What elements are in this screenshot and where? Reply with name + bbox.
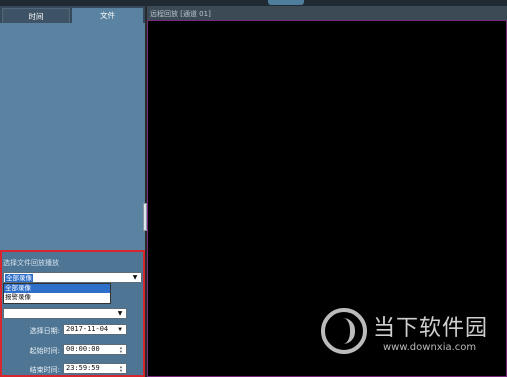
start-time-label: 起始时间: xyxy=(29,347,60,355)
channel-select[interactable]: ▼ xyxy=(3,308,127,319)
option-all-records[interactable]: 全部录像 xyxy=(4,284,110,293)
watermark-brand: 当下软件园 xyxy=(373,316,489,341)
tab-time[interactable]: 时间 xyxy=(2,8,70,23)
end-time-field[interactable]: 23:59:59 ▲ ▼ xyxy=(63,363,127,374)
record-type-selected: 全部录像 xyxy=(5,274,33,282)
date-label: 选择日期: xyxy=(29,327,60,335)
watermark-logo-icon xyxy=(321,308,367,354)
chevron-down-icon[interactable]: ▼ xyxy=(115,310,125,318)
start-time-value: 00:00:00 xyxy=(66,345,100,353)
date-value: 2017-11-04 xyxy=(66,325,109,333)
option-alarm-records[interactable]: 报警录像 xyxy=(4,293,110,302)
tab-file[interactable]: 文件 xyxy=(72,8,143,23)
chevron-down-icon[interactable]: ▼ xyxy=(115,326,125,334)
time-spinner-icon[interactable]: ▲ ▼ xyxy=(117,346,125,354)
playback-panel: 选择文件回放播放 全部录像 ▼ 全部录像 报警录像 ▼ 选择日期: 2017-1… xyxy=(0,250,145,377)
record-type-select[interactable]: 全部录像 ▼ xyxy=(3,272,142,283)
end-time-value: 23:59:59 xyxy=(66,364,100,372)
chevron-down-icon[interactable]: ▼ xyxy=(130,274,140,282)
start-time-field[interactable]: 00:00:00 ▲ ▼ xyxy=(63,344,127,355)
sidebar-tabs: 时间 文件 xyxy=(0,6,145,23)
end-time-label: 结束时间: xyxy=(29,366,60,374)
video-header-title: 远程回放 [通道 01] xyxy=(150,10,211,18)
video-header: 远程回放 [通道 01] xyxy=(147,6,507,20)
date-picker[interactable]: 2017-11-04 ▼ xyxy=(63,324,127,335)
watermark: 当下软件园 www.downxia.com xyxy=(321,308,507,364)
watermark-url: www.downxia.com xyxy=(383,342,477,353)
time-spinner-icon[interactable]: ▲ ▼ xyxy=(117,365,125,373)
top-tab[interactable] xyxy=(268,0,304,5)
record-type-dropdown-list: 全部录像 报警录像 xyxy=(3,283,111,304)
panel-title: 选择文件回放播放 xyxy=(3,259,59,267)
